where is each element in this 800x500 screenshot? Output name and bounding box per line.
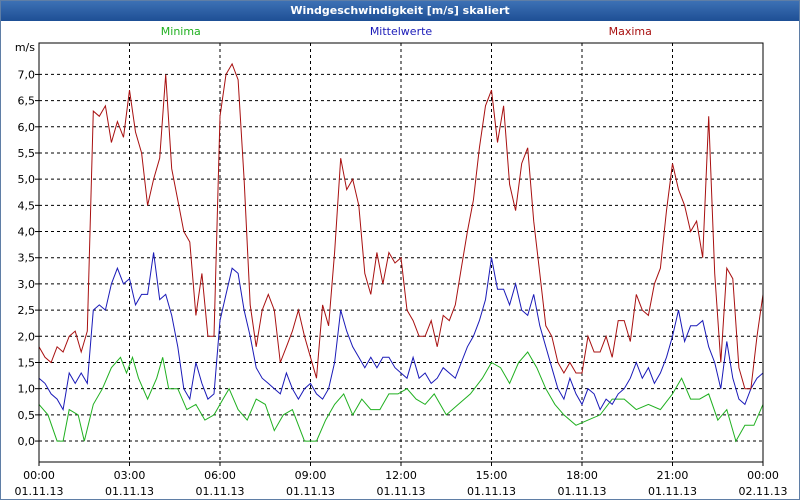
y-tick-label: 1,5 (18, 356, 36, 369)
x-tick-time: 06:00 (204, 469, 236, 482)
x-tick-time: 15:00 (476, 469, 508, 482)
x-tick-date: 01.11.13 (558, 485, 607, 498)
y-tick-label: 4,0 (18, 226, 36, 239)
x-tick-date: 01.11.13 (15, 485, 64, 498)
y-tick-label: 3,5 (18, 252, 36, 265)
x-tick-date: 01.11.13 (377, 485, 426, 498)
legend-label-maxima: Maxima (609, 25, 652, 38)
x-tick-time: 00:00 (747, 469, 779, 482)
x-tick-date: 01.11.13 (286, 485, 335, 498)
x-tick-date: 01.11.13 (105, 485, 154, 498)
y-tick-label: 7,0 (18, 68, 36, 81)
chart-series (38, 62, 764, 443)
legend-label-minima: Minima (161, 25, 201, 38)
line-chart: 0,0 0,5 1,0 1,5 2,0 2,5 3,0 3,5 4,0 4,5 5,0 5,5 6,0 6… (15, 25, 788, 498)
y-axis-label: m/s (15, 41, 35, 54)
legend-label-mittelwerte: Mittelwerte (370, 25, 433, 38)
y-tick-label: 5,0 (18, 173, 36, 186)
y-tick-label: 0,0 (18, 435, 36, 448)
y-tick-label: 1,0 (18, 383, 36, 396)
y-tick-label: 2,5 (18, 304, 36, 317)
x-tick-time: 09:00 (295, 469, 327, 482)
y-tick-label: 6,5 (18, 95, 36, 108)
y-tick-label: 4,5 (18, 199, 36, 212)
x-tick-date: 01.11.13 (196, 485, 245, 498)
y-tick-label: 0,5 (18, 409, 36, 422)
y-tick-label: 2,0 (18, 330, 36, 343)
x-tick-time: 21:00 (657, 469, 689, 482)
chart-window: Windgeschwindigkeit [m/s] skaliert 0,0 0,… (0, 0, 800, 500)
x-tick-date: 01.11.13 (467, 485, 516, 498)
window-title: Windgeschwindigkeit [m/s] skaliert (1, 1, 799, 21)
x-tick-date: 01.11.13 (648, 485, 697, 498)
x-tick-date: 02.11.13 (739, 485, 788, 498)
y-tick-label: 5,5 (18, 147, 36, 160)
x-tick-time: 03:00 (114, 469, 146, 482)
x-tick-time: 18:00 (566, 469, 598, 482)
x-tick-time: 12:00 (385, 469, 417, 482)
y-tick-label: 3,0 (18, 278, 36, 291)
chart-axes (35, 42, 764, 466)
x-tick-time: 00:00 (23, 469, 55, 482)
y-tick-label: 6,0 (18, 121, 36, 134)
